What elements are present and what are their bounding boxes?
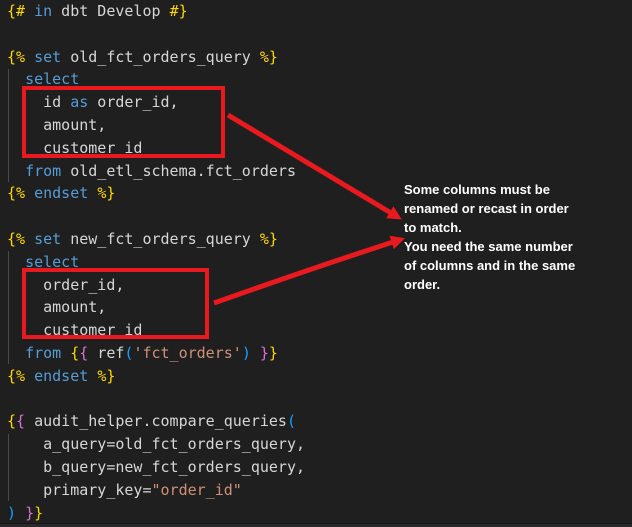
code-token: {% — [7, 184, 25, 202]
annotation-line: of columns and in the same — [404, 256, 614, 275]
code-token — [7, 344, 25, 362]
annotation-note: Some columns must berenamed or recast in… — [404, 180, 614, 294]
code-token: {% — [7, 367, 25, 385]
indent-guide — [8, 69, 9, 182]
code-token: set — [34, 230, 61, 248]
code-token: ref — [88, 344, 124, 362]
code-token: ) — [7, 504, 16, 522]
code-token: {# — [7, 2, 25, 20]
code-line: from {{ ref('fct_orders') }} — [7, 342, 305, 365]
code-token: } — [34, 504, 43, 522]
code-token: in — [34, 2, 52, 20]
annotation-line: Some columns must be — [404, 180, 614, 199]
scrollbar-track-horizontal[interactable] — [0, 523, 632, 527]
code-token — [25, 2, 34, 20]
code-token: { — [70, 344, 79, 362]
code-token: ) — [242, 344, 251, 362]
code-token: #} — [170, 2, 188, 20]
code-token — [88, 367, 97, 385]
code-token: {% — [7, 230, 25, 248]
code-token — [88, 184, 97, 202]
code-token — [25, 48, 34, 66]
annotation-line: renamed or recast in order — [404, 199, 614, 218]
code-token — [25, 230, 34, 248]
code-token: b_query=new_fct_orders_query, — [7, 458, 305, 476]
code-line: {# in dbt Develop #} — [7, 0, 305, 23]
code-line: {% endset %} — [7, 182, 305, 205]
code-token: 'fct_orders' — [133, 344, 241, 362]
code-line: from old_etl_schema.fct_orders — [7, 160, 305, 183]
code-token: %} — [260, 230, 278, 248]
code-token — [25, 184, 34, 202]
code-token: { — [7, 412, 16, 430]
code-line: ) }} — [7, 502, 305, 525]
highlight-box-new-columns — [22, 268, 209, 339]
annotation-line: You need the same number — [404, 237, 614, 256]
code-token: dbt Develop — [52, 2, 169, 20]
code-token: set — [34, 48, 61, 66]
code-token: %} — [260, 48, 278, 66]
code-token — [251, 344, 260, 362]
code-line — [7, 388, 305, 411]
code-token: "order_id" — [152, 481, 242, 499]
code-token: %} — [97, 367, 115, 385]
code-token: { — [79, 344, 88, 362]
code-line: {{ audit_helper.compare_queries( — [7, 410, 305, 433]
code-line — [7, 205, 305, 228]
code-token: } — [25, 504, 34, 522]
annotation-line: to match. — [404, 218, 614, 237]
code-editor: {# in dbt Develop #} {% set old_fct_order… — [0, 0, 632, 527]
code-line: b_query=new_fct_orders_query, — [7, 456, 305, 479]
code-token — [7, 162, 25, 180]
code-token: audit_helper.compare_queries — [25, 412, 287, 430]
code-token: ( — [287, 412, 296, 430]
code-token — [16, 504, 25, 522]
code-token: } — [260, 344, 269, 362]
highlight-box-old-columns — [22, 86, 225, 158]
code-token — [25, 367, 34, 385]
indent-guide — [8, 434, 9, 501]
code-token: %} — [97, 184, 115, 202]
code-token: {% — [7, 48, 25, 66]
code-line: primary_key="order_id" — [7, 479, 305, 502]
code-token: old_fct_orders_query — [61, 48, 260, 66]
code-token — [61, 344, 70, 362]
code-line: a_query=old_fct_orders_query, — [7, 433, 305, 456]
code-line: {% set old_fct_orders_query %} — [7, 46, 305, 69]
code-token: old_etl_schema.fct_orders — [61, 162, 296, 180]
code-token: endset — [34, 367, 88, 385]
annotation-line: order. — [404, 275, 614, 294]
code-line: {% endset %} — [7, 365, 305, 388]
code-token: from — [25, 344, 61, 362]
indent-guide — [8, 251, 9, 364]
code-token: primary_key= — [7, 481, 152, 499]
code-line — [7, 23, 305, 46]
code-line: {% set new_fct_orders_query %} — [7, 228, 305, 251]
code-token: new_fct_orders_query — [61, 230, 260, 248]
code-area[interactable]: {# in dbt Develop #} {% set old_fct_order… — [7, 0, 305, 524]
code-token: } — [269, 344, 278, 362]
code-token: a_query=old_fct_orders_query, — [7, 435, 305, 453]
code-token: endset — [34, 184, 88, 202]
code-token: { — [16, 412, 25, 430]
code-token: from — [25, 162, 61, 180]
